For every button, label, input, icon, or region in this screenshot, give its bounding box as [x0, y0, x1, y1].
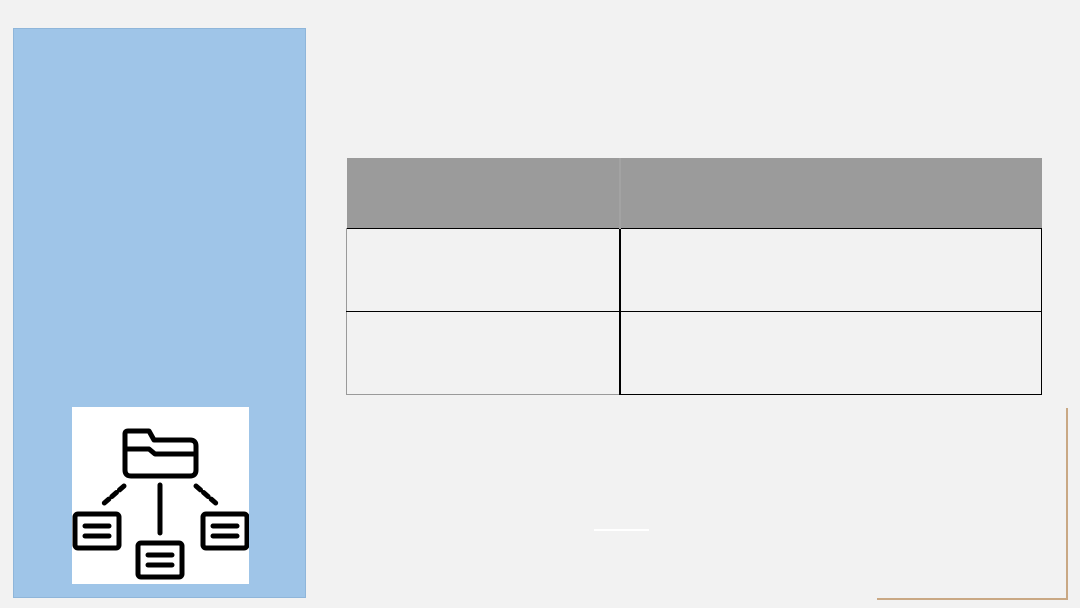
folder-network-icon	[72, 407, 249, 584]
data-table	[346, 158, 1042, 395]
table-header-row	[346, 158, 1042, 229]
table-cell	[618, 228, 1042, 312]
table-cell	[346, 311, 620, 395]
table-cell	[346, 228, 620, 312]
table-header-cell	[346, 158, 620, 229]
corner-accent-frame	[877, 408, 1068, 600]
center-divider	[594, 529, 649, 531]
table-cell	[618, 311, 1042, 395]
table-row	[346, 311, 1042, 395]
table-row	[346, 228, 1042, 312]
table-header-cell	[618, 158, 1042, 229]
